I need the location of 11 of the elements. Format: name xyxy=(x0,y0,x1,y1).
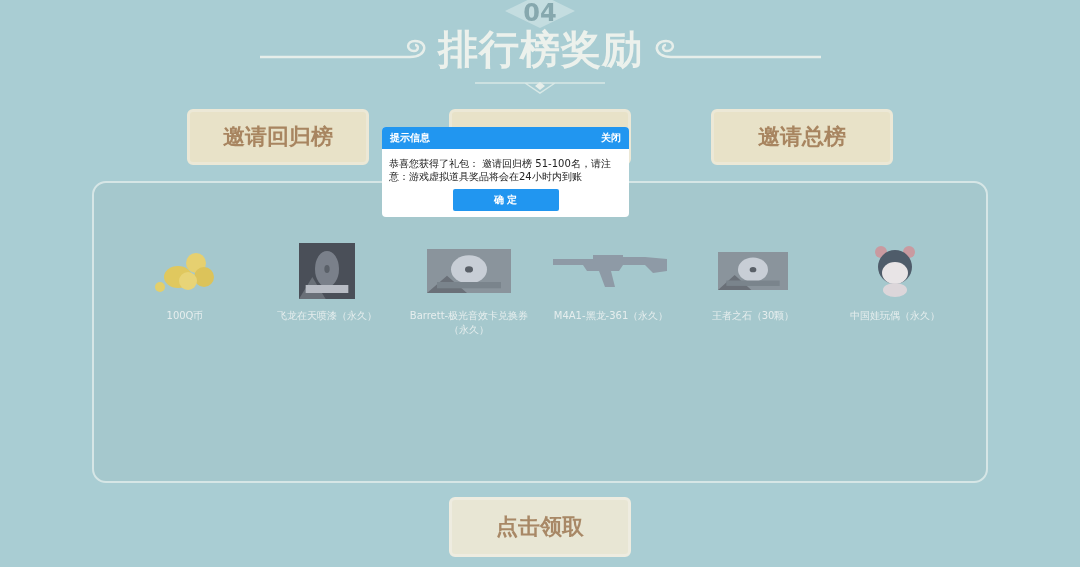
confirm-button[interactable]: 确 定 xyxy=(452,189,559,211)
dialog-title: 提示信息 xyxy=(390,131,430,145)
page-title: 排行榜奖励 xyxy=(437,25,643,74)
tab[interactable]: 邀请总榜 xyxy=(711,109,893,165)
tab[interactable]: 邀请回归榜 xyxy=(187,109,369,165)
claim-button[interactable]: 点击领取 xyxy=(449,497,631,557)
reward-name: 100Q币 xyxy=(166,309,204,323)
close-link[interactable]: 关闭 xyxy=(601,131,621,145)
divider-ornament-icon xyxy=(475,81,605,95)
dialog-message: 恭喜您获得了礼包： 邀请回归榜 51-100名，请注意：游戏虚拟道具奖品将会在24小时内到账 xyxy=(389,157,612,183)
doll-drawing xyxy=(873,245,917,297)
